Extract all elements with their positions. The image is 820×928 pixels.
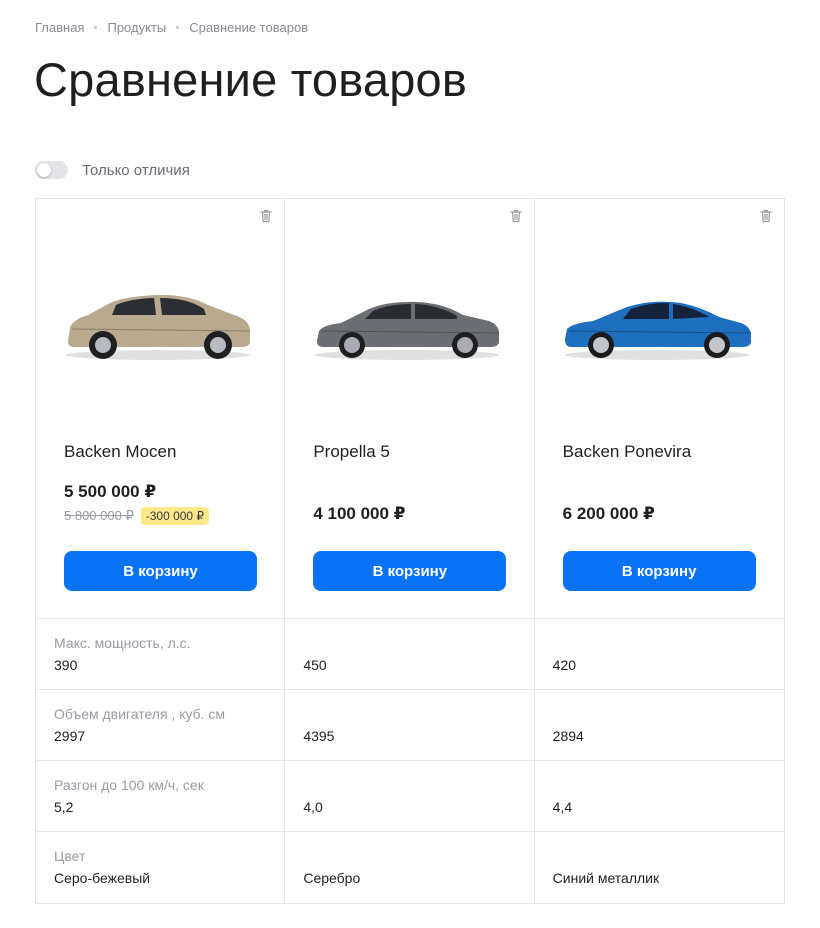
spec-cell: Объем двигателя , куб. см 2997	[36, 690, 286, 760]
trash-icon[interactable]	[510, 209, 522, 223]
comparison-table: Backen Mocen 5 500 000 ₽ 5 800 000 ₽ -30…	[35, 198, 785, 904]
product-card: Backen Ponevira 6 200 000 ₽ В корзину	[535, 199, 784, 618]
product-name[interactable]: Backen Mocen	[64, 442, 176, 462]
car-image-sedan	[315, 301, 500, 360]
old-price: 5 800 000 ₽	[64, 508, 134, 523]
spec-cell: 420	[535, 619, 784, 689]
spec-value: 390	[54, 657, 78, 673]
product-name[interactable]: Propella 5	[313, 442, 390, 462]
spec-value: 5,2	[54, 799, 74, 815]
spec-row-acceleration: Разгон до 100 км/ч, сек 5,2 4,0 4,4	[36, 761, 784, 832]
only-differences-toggle[interactable]	[35, 161, 68, 179]
spec-label: Разгон до 100 км/ч, сек	[54, 777, 204, 793]
spec-value: 4,4	[552, 799, 573, 815]
product-card: Propella 5 4 100 000 ₽ В корзину	[285, 199, 535, 618]
page-title: Сравнение товаров	[34, 53, 468, 106]
spec-value: 2894	[552, 728, 584, 744]
spec-cell: Макс. мощность, л.с. 390	[36, 619, 286, 689]
spec-row-power: Макс. мощность, л.с. 390 450 420	[36, 619, 784, 690]
trash-icon[interactable]	[260, 209, 272, 223]
breadcrumb-home[interactable]: Главная	[35, 20, 84, 35]
discount-badge: -300 000 ₽	[140, 507, 210, 525]
car-image-suv	[66, 294, 251, 360]
add-to-cart-button[interactable]: В корзину	[313, 551, 507, 591]
product-price: 6 200 000 ₽	[562, 504, 655, 523]
spec-cell: Цвет Серо-бежевый	[36, 832, 286, 903]
spec-value: 4395	[303, 728, 335, 744]
breadcrumb-separator	[176, 26, 180, 29]
spec-value: Серебро	[303, 870, 361, 886]
product-price: 5 500 000 ₽	[64, 482, 157, 501]
product-price: 4 100 000 ₽	[313, 504, 406, 523]
add-to-cart-button[interactable]: В корзину	[562, 551, 756, 591]
spec-label: Цвет	[54, 848, 86, 864]
only-differences-toggle-row[interactable]: Только отличия	[35, 161, 190, 179]
spec-cell: 2894	[535, 690, 784, 760]
spec-label: Объем двигателя , куб. см	[54, 706, 226, 722]
trash-icon[interactable]	[760, 209, 772, 223]
spec-cell: Серебро	[285, 832, 535, 903]
toggle-knob	[37, 163, 51, 177]
spec-value: 4,0	[303, 799, 323, 815]
spec-cell: 450	[285, 619, 535, 689]
spec-cell: Разгон до 100 км/ч, сек 5,2	[36, 761, 286, 831]
product-card: Backen Mocen 5 500 000 ₽ 5 800 000 ₽ -30…	[36, 199, 286, 618]
spec-row-engine: Объем двигателя , куб. см 2997 4395 2894	[36, 690, 784, 761]
products-row: Backen Mocen 5 500 000 ₽ 5 800 000 ₽ -30…	[36, 199, 784, 619]
spec-value: Синий металлик	[552, 870, 660, 886]
breadcrumb-current: Сравнение товаров	[189, 20, 309, 35]
breadcrumb-products[interactable]: Продукты	[107, 20, 166, 35]
add-to-cart-button[interactable]: В корзину	[64, 551, 257, 591]
spec-cell: 4,4	[535, 761, 784, 831]
spec-cell: 4395	[285, 690, 535, 760]
car-image-coupe	[564, 301, 751, 360]
breadcrumb-separator	[94, 26, 98, 29]
spec-value: 450	[303, 657, 327, 673]
old-price-row: 5 800 000 ₽ -300 000 ₽	[64, 507, 210, 525]
only-differences-label: Только отличия	[82, 161, 190, 179]
spec-value: 420	[552, 657, 577, 673]
spec-cell: 4,0	[285, 761, 535, 831]
spec-label: Макс. мощность, л.с.	[54, 635, 191, 651]
product-name[interactable]: Backen Ponevira	[563, 442, 692, 462]
spec-cell: Синий металлик	[535, 832, 784, 903]
spec-row-color: Цвет Серо-бежевый Серебро Синий металлик	[36, 832, 784, 903]
spec-value: Серо-бежевый	[54, 870, 151, 886]
breadcrumb: Главная Продукты Сравнение товаров	[35, 20, 308, 35]
spec-value: 2997	[54, 728, 86, 744]
